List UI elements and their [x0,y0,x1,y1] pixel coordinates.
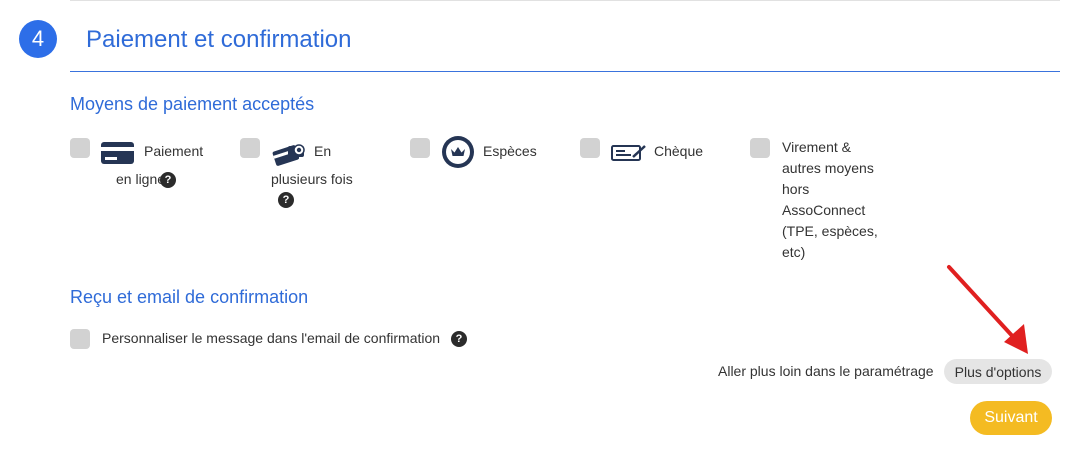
title-divider [70,71,1060,72]
section-title: Paiement et confirmation [86,26,352,53]
top-divider [70,0,1060,1]
installments-label-1: En [314,143,332,159]
confirmation-heading: Reçu et email de confirmation [70,287,309,307]
step-number-badge: 4 [19,20,57,58]
cheque-label: Chèque [654,143,704,159]
next-button[interactable]: Suivant [970,401,1052,435]
help-icon-online-payment[interactable]: ? [160,172,176,188]
payment-methods-heading: Moyens de paiement acceptés [70,94,315,114]
installments-label-2: plusieurs fois [271,171,353,187]
cash-label: Espèces [483,143,537,159]
cards-payment-icon [272,144,305,166]
more-settings-text: Aller plus loin dans le paramétrage [718,363,934,379]
credit-card-icon [101,142,134,164]
checkbox-cheque[interactable] [580,138,600,158]
checkbox-transfer-other[interactable] [750,138,770,158]
checkbox-installments[interactable] [240,138,260,158]
help-icon-installments[interactable]: ? [278,192,294,208]
checkbox-customize-email[interactable] [70,329,90,349]
cheque-icon [611,145,646,161]
checkbox-cash[interactable] [410,138,430,158]
more-options-button[interactable]: Plus d'options [944,359,1052,384]
customize-email-label: Personnaliser le message dans l'email de… [102,330,441,346]
online-payment-label-1: Paiement [144,143,204,159]
cash-crown-icon [442,136,474,168]
online-payment-label-2: en ligne [116,171,166,187]
transfer-other-label: Virement & autres moyens hors AssoConnec… [782,139,878,260]
help-icon-customize-email[interactable]: ? [451,331,467,347]
annotation-arrow-icon [947,265,1028,354]
checkbox-online-payment[interactable] [70,138,90,158]
